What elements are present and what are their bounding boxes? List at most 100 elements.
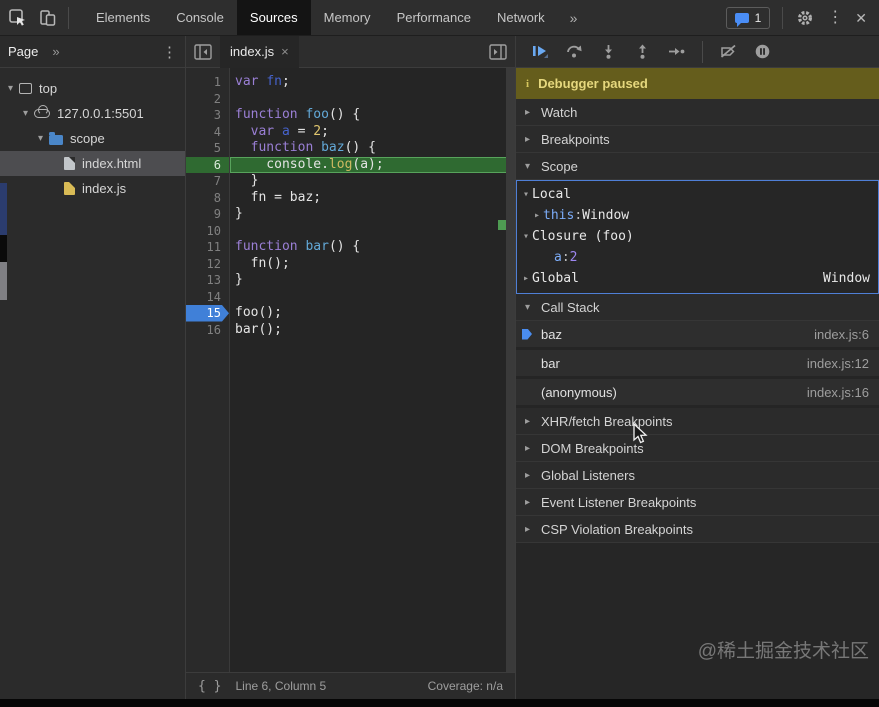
tree-item-label: top — [39, 81, 57, 96]
device-toolbar-icon[interactable] — [38, 8, 58, 28]
line-number[interactable]: 3 — [186, 107, 229, 124]
issues-chat-icon — [735, 13, 749, 23]
pause-on-exceptions-icon[interactable] — [754, 44, 771, 59]
step-icon[interactable] — [668, 44, 685, 59]
tree-item-label: index.js — [82, 181, 126, 196]
editor-tab-indexjs[interactable]: index.js × — [220, 36, 299, 68]
line-number[interactable]: 1 — [186, 74, 229, 91]
section-dom-breakpoints[interactable]: ▸DOM Breakpoints — [516, 435, 879, 462]
frame-name: (anonymous) — [541, 385, 617, 400]
source-editor: index.js × 12345678910111213141516 var f… — [186, 36, 516, 699]
line-number[interactable]: 13 — [186, 272, 229, 289]
chevron-right-icon: ▸ — [525, 443, 534, 454]
call-stack-frame--anonymous-[interactable]: (anonymous)index.js:16 — [516, 379, 879, 405]
navigator-header: Page » ⋮ — [0, 36, 185, 68]
section-csp-violation-breakpoints[interactable]: ▸CSP Violation Breakpoints — [516, 516, 879, 543]
scope-separator: : — [574, 208, 582, 223]
line-number[interactable]: 2 — [186, 91, 229, 108]
scope-row-global[interactable]: ▸GlobalWindow — [517, 268, 878, 289]
navigator-kebab-icon[interactable]: ⋮ — [162, 43, 177, 61]
chevron-right-icon: ▸ — [525, 470, 534, 481]
code-line: } — [230, 173, 515, 190]
section-label: Event Listener Breakpoints — [541, 495, 696, 510]
tab-page[interactable]: Page — [8, 44, 38, 59]
tree-item-top[interactable]: ▾top — [0, 76, 185, 101]
tab-sources[interactable]: Sources — [237, 0, 311, 35]
section-global-listeners[interactable]: ▸Global Listeners — [516, 462, 879, 489]
editor-scrollbar[interactable] — [506, 68, 515, 672]
line-number[interactable]: 8 — [186, 190, 229, 207]
scope-value: 2 — [570, 250, 578, 265]
tab-network[interactable]: Network — [484, 0, 558, 35]
show-debugger-panel-icon[interactable] — [489, 44, 507, 60]
hide-navigator-icon[interactable] — [194, 44, 212, 60]
inspect-element-icon[interactable] — [8, 8, 28, 28]
tree-item-index-js[interactable]: index.js — [0, 176, 185, 201]
frame-spacer — [522, 387, 532, 398]
file-js-icon — [64, 182, 75, 195]
debugger-panel: i Debugger paused ▸Watch▸Breakpoints ▾ S… — [516, 36, 879, 699]
frame-location: index.js:12 — [807, 356, 869, 371]
section-breakpoints[interactable]: ▸Breakpoints — [516, 126, 879, 153]
section-watch[interactable]: ▸Watch — [516, 99, 879, 126]
line-number[interactable]: 5 — [186, 140, 229, 157]
section-label: XHR/fetch Breakpoints — [541, 414, 673, 429]
scope-name: a — [554, 250, 562, 265]
cloud-icon — [34, 109, 50, 118]
line-number[interactable]: 7 — [186, 173, 229, 190]
close-tab-icon[interactable]: × — [281, 44, 289, 59]
more-tabs-button[interactable]: » — [558, 0, 590, 35]
section-call-stack[interactable]: ▾ Call Stack — [516, 294, 879, 321]
watermark-text: @稀土掘金技术社区 — [698, 636, 869, 663]
sections-bottom: ▸XHR/fetch Breakpoints▸DOM Breakpoints▸G… — [516, 408, 879, 543]
section-xhr-fetch-breakpoints[interactable]: ▸XHR/fetch Breakpoints — [516, 408, 879, 435]
toolbar-divider — [68, 7, 69, 29]
scope-row-this[interactable]: ▸this: Window — [517, 205, 878, 226]
step-over-icon[interactable] — [566, 44, 583, 59]
line-number[interactable]: 11 — [186, 239, 229, 256]
close-devtools-icon[interactable]: ✕ — [855, 11, 867, 25]
scope-row-a[interactable]: a: 2 — [517, 247, 878, 268]
tree-item-scope[interactable]: ▾scope — [0, 126, 185, 151]
step-into-icon[interactable] — [600, 44, 617, 59]
issues-button[interactable]: 1 — [726, 7, 771, 29]
tree-item-index-html[interactable]: index.html — [0, 151, 185, 176]
section-label: Call Stack — [541, 300, 600, 315]
settings-gear-icon[interactable] — [795, 8, 815, 28]
line-number[interactable]: 10 — [186, 223, 229, 240]
tree-item-label: scope — [70, 131, 105, 146]
scope-name: Local — [532, 187, 571, 202]
code-line: fn = baz; — [230, 190, 515, 207]
line-number[interactable]: 6 — [186, 157, 229, 174]
call-stack-frame-baz[interactable]: bazindex.js:6 — [516, 321, 879, 347]
line-number[interactable]: 4 — [186, 124, 229, 141]
tab-console[interactable]: Console — [163, 0, 237, 35]
tab-elements[interactable]: Elements — [83, 0, 163, 35]
scope-row-closure-foo-[interactable]: ▾Closure (foo) — [517, 226, 878, 247]
debugger-toolbar-divider — [702, 41, 703, 63]
mouse-cursor — [633, 423, 649, 450]
line-number[interactable]: 15 — [186, 305, 229, 322]
code-line: bar(); — [230, 322, 515, 339]
pretty-print-icon[interactable]: { } — [198, 679, 221, 694]
kebab-menu-icon[interactable]: ⋮ — [827, 10, 843, 26]
line-number[interactable]: 16 — [186, 322, 229, 339]
more-navigator-tabs-icon[interactable]: » — [52, 44, 59, 59]
tree-item-label: index.html — [82, 156, 141, 171]
deactivate-breakpoints-icon[interactable] — [720, 44, 737, 59]
scope-right-value: Window — [823, 271, 878, 286]
tab-memory[interactable]: Memory — [311, 0, 384, 35]
file-html-icon — [64, 157, 75, 170]
line-number[interactable]: 12 — [186, 256, 229, 273]
step-out-icon[interactable] — [634, 44, 651, 59]
resume-script-icon[interactable] — [532, 44, 549, 59]
code-lines[interactable]: var fn; function foo() { var a = 2; func… — [230, 68, 515, 672]
section-event-listener-breakpoints[interactable]: ▸Event Listener Breakpoints — [516, 489, 879, 516]
call-stack-frame-bar[interactable]: barindex.js:12 — [516, 350, 879, 376]
scope-row-local[interactable]: ▾Local — [517, 184, 878, 205]
section-scope[interactable]: ▾ Scope — [516, 153, 879, 180]
tab-performance[interactable]: Performance — [384, 0, 484, 35]
line-number[interactable]: 14 — [186, 289, 229, 306]
tree-item-127-0-0-1-5501[interactable]: ▾127.0.0.1:5501 — [0, 101, 185, 126]
line-number[interactable]: 9 — [186, 206, 229, 223]
